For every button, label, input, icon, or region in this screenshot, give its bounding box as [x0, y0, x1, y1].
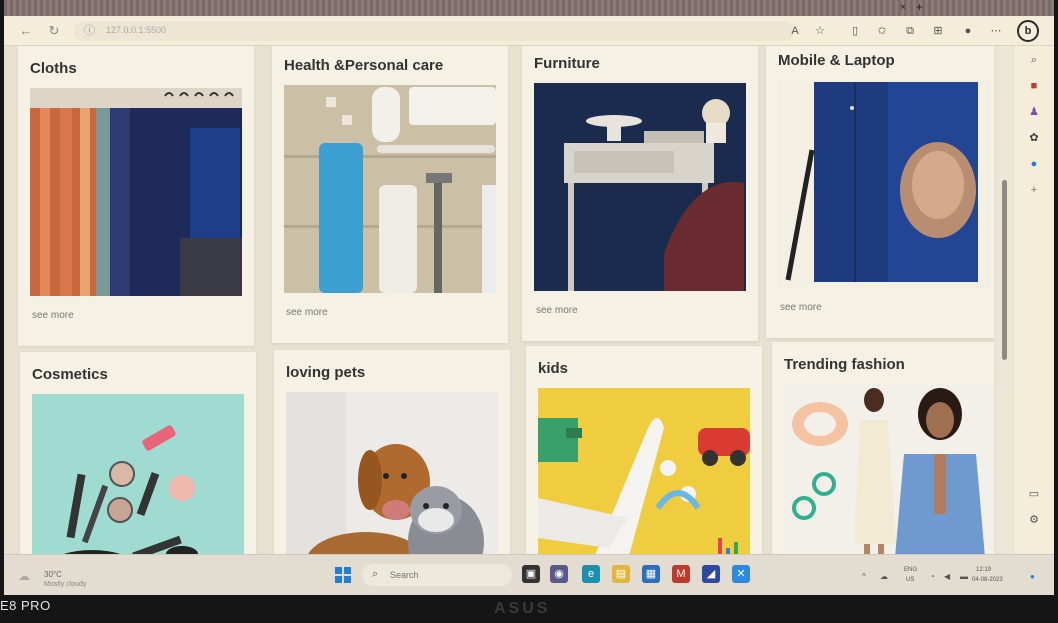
tray-region[interactable]: US — [906, 577, 914, 583]
page-content: Cloths see more Health &Personal care se… — [4, 46, 994, 554]
games-icon[interactable]: ✿ — [1026, 130, 1042, 146]
outlook-icon[interactable]: ● — [1026, 156, 1042, 172]
notification-icon[interactable]: ● — [1030, 572, 1040, 582]
windows-start-icon[interactable] — [335, 567, 351, 583]
extensions-icon[interactable]: ⊞ — [930, 23, 946, 39]
file-explorer-icon[interactable]: ▤ — [612, 565, 630, 583]
card-title: loving pets — [286, 364, 366, 381]
card-title: kids — [538, 360, 569, 377]
collections-icon[interactable]: ⧉ — [902, 23, 918, 39]
back-icon[interactable]: ← — [18, 23, 34, 39]
tools-icon[interactable]: ♟ — [1026, 104, 1042, 120]
bing-icon[interactable]: b — [1017, 20, 1039, 42]
app-icon[interactable]: ◢ — [702, 565, 720, 583]
tab-strip: × + — [4, 0, 1054, 16]
add-icon[interactable]: + — [1026, 182, 1042, 198]
weather-cloud-icon[interactable]: ☁ — [18, 569, 36, 583]
taskbar-search[interactable]: ⌕ Search — [362, 564, 512, 586]
weather-temp[interactable]: 30°C — [44, 570, 62, 579]
refresh-icon[interactable]: ↻ — [46, 23, 62, 39]
info-icon[interactable]: ⓘ — [84, 24, 98, 38]
search-label: Search — [390, 570, 419, 580]
more-icon[interactable]: ⋯ — [988, 23, 1004, 39]
see-more-link[interactable]: see more — [286, 307, 328, 318]
see-more-link[interactable]: see more — [32, 310, 74, 321]
category-card-pets[interactable]: loving pets — [274, 350, 510, 554]
category-card-cosmetics[interactable]: Cosmetics — [20, 352, 256, 554]
category-card-cloths[interactable]: Cloths see more — [18, 46, 254, 346]
browser-toolbar: ← ↻ ⓘ 127.0.0.1:5500 A ☆ ▯ ✩ ⧉ ⊞ ● ⋯ b — [4, 16, 1054, 46]
card-title: Health &Personal care — [284, 57, 444, 74]
category-card-health[interactable]: Health &Personal care see more — [272, 46, 508, 343]
mobile-image[interactable] — [778, 80, 990, 288]
search-icon[interactable]: ⌕ — [1026, 52, 1042, 68]
onedrive-icon[interactable]: ☁ — [880, 572, 890, 582]
laptop-logo: ASUS — [494, 600, 551, 617]
weather-desc[interactable]: Mostly cloudy — [44, 581, 86, 588]
sidebar-layout-icon[interactable]: ▭ — [1026, 486, 1042, 502]
search-icon: ⌕ — [372, 568, 379, 580]
address-url[interactable]: 127.0.0.1:5500 — [106, 25, 166, 35]
favorites-icon[interactable]: ✩ — [874, 23, 890, 39]
health-image[interactable] — [284, 85, 496, 293]
volume-icon[interactable]: ◀ — [944, 572, 954, 582]
scrollbar[interactable] — [999, 46, 1011, 554]
card-title: Furniture — [534, 55, 600, 72]
shopping-icon[interactable]: ■ — [1026, 78, 1042, 94]
tray-lang[interactable]: ENG — [904, 567, 917, 573]
screen: × + ← ↻ ⓘ 127.0.0.1:5500 A ☆ ▯ ✩ ⧉ ⊞ ● ⋯… — [4, 0, 1054, 595]
cloths-image[interactable] — [30, 88, 242, 296]
windows-taskbar: ☁ 30°C Mostly cloudy ⌕ Search ▣ ◉ e ▤ ▦ … — [4, 554, 1054, 595]
task-view-icon[interactable]: ▣ — [522, 565, 540, 583]
new-tab-icon[interactable]: + — [916, 1, 928, 13]
tray-time[interactable]: 12:19 — [976, 567, 991, 573]
tray-date[interactable]: 04-08-2023 — [972, 577, 1003, 583]
mcafee-icon[interactable]: M — [672, 565, 690, 583]
category-card-kids[interactable]: kids — [526, 346, 762, 554]
category-card-furniture[interactable]: Furniture see more — [522, 46, 758, 341]
wifi-icon[interactable]: ◔ — [930, 572, 940, 582]
fashion-image[interactable] — [784, 384, 994, 554]
address-bar[interactable]: ⓘ 127.0.0.1:5500 — [74, 21, 794, 41]
tray-chevron-icon[interactable]: ^ — [862, 572, 872, 582]
favorite-star-icon[interactable]: ☆ — [812, 23, 828, 39]
battery-icon[interactable]: ▬ — [960, 572, 970, 582]
cosmetics-image[interactable] — [32, 394, 244, 554]
profile-icon[interactable]: ● — [960, 23, 976, 39]
card-title: Cloths — [30, 60, 77, 77]
edge-sidebar: ⌕ ■ ♟ ✿ ● + ▭ ⚙ — [1014, 46, 1054, 554]
scrollbar-thumb[interactable] — [1002, 180, 1007, 360]
card-title: Trending fashion — [784, 356, 905, 373]
category-card-fashion[interactable]: Trending fashion — [772, 342, 994, 554]
camera-watermark: E8 PRO — [0, 598, 51, 613]
card-title: Mobile & Laptop — [778, 52, 895, 69]
category-card-mobile[interactable]: Mobile & Laptop see more — [766, 46, 994, 338]
tab-close-icon[interactable]: × — [897, 2, 909, 14]
edge-icon[interactable]: e — [582, 565, 600, 583]
read-aloud-icon[interactable]: A — [787, 23, 803, 39]
card-title: Cosmetics — [32, 366, 108, 383]
vscode-icon[interactable]: ✕ — [732, 565, 750, 583]
see-more-link[interactable]: see more — [536, 305, 578, 316]
chat-icon[interactable]: ◉ — [550, 565, 568, 583]
store-icon[interactable]: ▦ — [642, 565, 660, 583]
kids-image[interactable] — [538, 388, 750, 554]
split-screen-icon[interactable]: ▯ — [847, 23, 863, 39]
see-more-link[interactable]: see more — [780, 302, 822, 313]
settings-icon[interactable]: ⚙ — [1026, 512, 1042, 528]
pets-image[interactable] — [286, 392, 498, 554]
furniture-image[interactable] — [534, 83, 746, 291]
